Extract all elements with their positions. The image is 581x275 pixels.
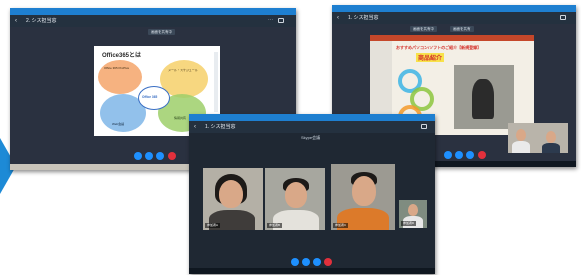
meeting-subtitle: Skype会議 bbox=[301, 135, 321, 140]
meeting-header: ‹ 1. シス担当窓 bbox=[189, 121, 435, 133]
window-icon[interactable] bbox=[421, 124, 427, 129]
meeting-window-front: ‹ 1. シス担当窓 Skype会議 参加者A 参加者B 参加者C 参加者D bbox=[189, 114, 435, 274]
more-icon[interactable]: ··· bbox=[268, 18, 274, 23]
meeting-header: ‹ 1. シス担当窓 bbox=[332, 12, 576, 24]
slide-photo-figure bbox=[472, 79, 494, 119]
participant-face bbox=[285, 182, 307, 208]
taskbar bbox=[189, 268, 435, 274]
participant-face bbox=[546, 131, 556, 143]
back-arrow-icon[interactable]: ‹ bbox=[194, 124, 200, 130]
chat-button[interactable] bbox=[134, 152, 142, 160]
participant-face bbox=[408, 204, 418, 216]
slide-subheadline: 商品紹介 bbox=[416, 53, 445, 62]
chat-button[interactable] bbox=[444, 151, 452, 159]
meeting-title: 1. シス担当窓 bbox=[205, 124, 236, 130]
participant-name: 参加者B bbox=[267, 223, 283, 228]
participant-shirt bbox=[512, 141, 530, 153]
slide-headline: おすすめパソコン/ソフトのご紹介【新規登録】 bbox=[396, 45, 482, 50]
participant-name: 参加者C bbox=[333, 223, 349, 228]
participant-tile: 参加者A bbox=[203, 168, 263, 230]
meeting-header: ‹ 2. シス担当窓 ··· bbox=[10, 15, 296, 27]
slide-label-proplus: Office 365 ProPlus bbox=[104, 66, 129, 70]
end-call-button[interactable] bbox=[324, 258, 332, 266]
meeting-title: 1. シス担当窓 bbox=[348, 15, 379, 21]
back-arrow-icon[interactable]: ‹ bbox=[15, 18, 21, 24]
participant-name: 参加者D bbox=[401, 221, 417, 226]
sharing-badge: 画面を共有中 bbox=[148, 29, 175, 35]
participant-tile: 参加者B bbox=[265, 168, 325, 230]
chat-button[interactable] bbox=[291, 258, 299, 266]
participant-face bbox=[516, 129, 526, 141]
title-bar bbox=[189, 114, 435, 121]
participant-tile: 参加者D bbox=[399, 200, 427, 228]
meeting-title: 2. シス担当窓 bbox=[26, 18, 57, 24]
end-call-button[interactable] bbox=[168, 152, 176, 160]
end-call-button[interactable] bbox=[478, 151, 486, 159]
slide-label-mail: メール・スケジュール bbox=[168, 68, 198, 72]
mic-button[interactable] bbox=[466, 151, 474, 159]
slide-label-center: Office 365 bbox=[142, 95, 158, 99]
window-icon[interactable] bbox=[278, 18, 284, 23]
mic-button[interactable] bbox=[313, 258, 321, 266]
title-bar bbox=[332, 5, 576, 12]
participant-face bbox=[352, 176, 376, 206]
participant-tile: 参加者C bbox=[331, 164, 395, 230]
slide-label-share: 情報共有 bbox=[174, 116, 187, 120]
sharing-badge: 画面を共有中 bbox=[410, 26, 437, 32]
slide-title: Office365とは bbox=[102, 53, 142, 59]
mic-button[interactable] bbox=[156, 152, 164, 160]
participant-face bbox=[219, 180, 243, 208]
window-icon[interactable] bbox=[560, 15, 566, 20]
slide-toolbar bbox=[214, 52, 218, 112]
participant-name: 参加者A bbox=[205, 223, 221, 228]
video-button[interactable] bbox=[455, 151, 463, 159]
back-arrow-icon[interactable]: ‹ bbox=[337, 15, 343, 21]
video-button[interactable] bbox=[302, 258, 310, 266]
slide-label-meeting: Web会議 bbox=[112, 122, 125, 126]
participant-shirt bbox=[542, 143, 560, 153]
participant-thumbnail bbox=[508, 123, 568, 153]
share-badge: 画面を共有 bbox=[450, 26, 474, 32]
title-bar bbox=[10, 8, 296, 15]
video-button[interactable] bbox=[145, 152, 153, 160]
ribbon bbox=[370, 35, 534, 41]
